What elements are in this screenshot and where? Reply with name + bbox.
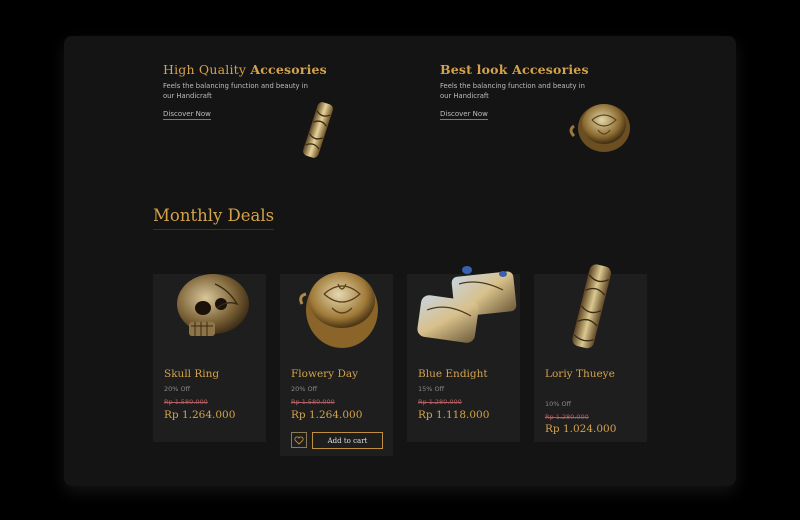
product-card-blue-endight[interactable]: Blue Endight 15% Off Rp 1.280.000 Rp 1.1… — [407, 266, 520, 442]
section-title: Monthly Deals — [153, 206, 275, 230]
discount-label: 20% Off — [164, 385, 191, 393]
original-price: Rp 1.280.000 — [545, 413, 589, 421]
discover-now-link[interactable]: Discover Now — [440, 110, 488, 120]
sale-price: Rp 1.024.000 — [545, 423, 617, 435]
cylinder-pendant-icon — [572, 264, 612, 349]
promo-title: High Quality Accesories — [163, 62, 327, 77]
original-price: Rp 1.580.000 — [291, 398, 335, 406]
blue-stone-rings-icon — [417, 266, 517, 343]
sale-price: Rp 1.264.000 — [164, 409, 236, 421]
sale-price: Rp 1.118.000 — [418, 409, 490, 421]
heart-icon — [294, 435, 304, 445]
discover-now-link[interactable]: Discover Now — [163, 110, 211, 120]
promo-description: Feels the balancing function and beauty … — [163, 82, 308, 100]
original-price: Rp 1.580.000 — [164, 398, 208, 406]
add-to-cart-button[interactable]: Add to cart — [312, 432, 383, 449]
sale-price: Rp 1.264.000 — [291, 409, 363, 421]
discount-label: 20% Off — [291, 385, 318, 393]
skull-ring-icon — [177, 274, 249, 336]
original-price: Rp 1.280.000 — [418, 398, 462, 406]
page-frame: High Quality Accesories Feels the balanc… — [64, 36, 736, 486]
product-name: Loriy Thueye — [545, 368, 615, 380]
product-card-loriy-thueye[interactable]: Loriy Thueye 10% Off Rp 1.280.000 Rp 1.0… — [534, 264, 647, 442]
flower-ring-icon — [299, 272, 378, 348]
product-name: Blue Endight — [418, 368, 488, 380]
product-name: Skull Ring — [164, 368, 220, 380]
wishlist-button[interactable] — [291, 432, 307, 448]
product-card-flowery-day[interactable]: Flowery Day 20% Off Rp 1.580.000 Rp 1.26… — [280, 272, 393, 456]
product-card-skull-ring[interactable]: Skull Ring 20% Off Rp 1.580.000 Rp 1.264… — [153, 274, 266, 442]
gold-ring-icon — [569, 104, 630, 152]
product-name: Flowery Day — [291, 368, 359, 380]
discount-label: 10% Off — [545, 400, 572, 408]
promo-title: Best look Accesories — [440, 62, 589, 77]
gold-pendant-icon — [303, 102, 333, 158]
discount-label: 15% Off — [418, 385, 445, 393]
